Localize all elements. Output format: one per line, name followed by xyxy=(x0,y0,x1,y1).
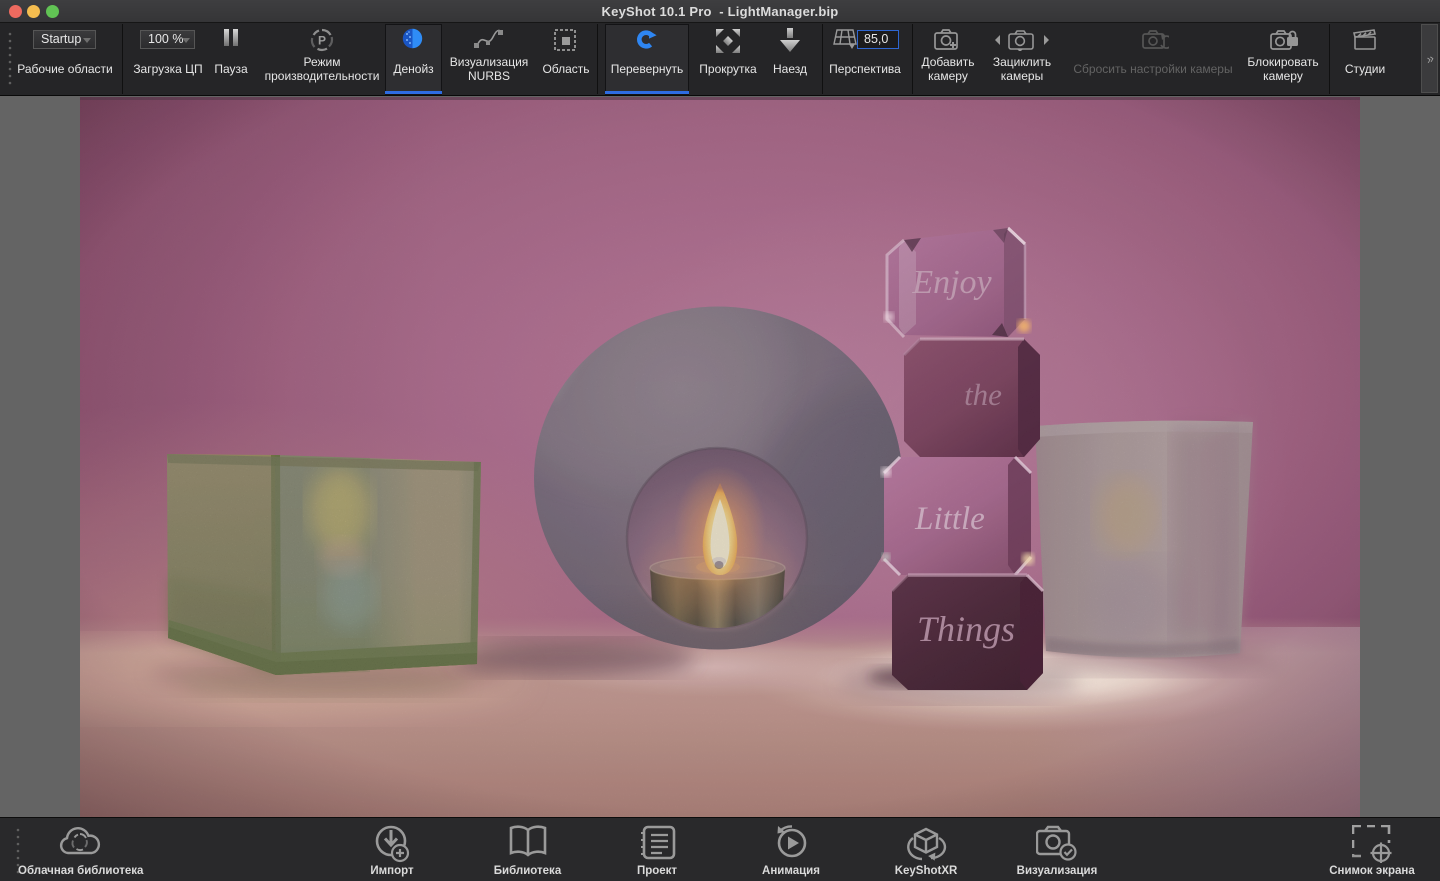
svg-text:P: P xyxy=(318,34,326,48)
